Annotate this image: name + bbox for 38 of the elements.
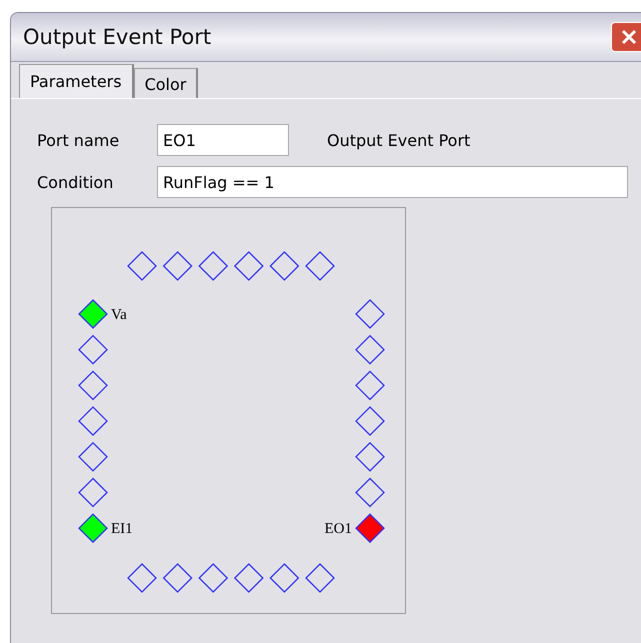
empty-port-marker[interactable] [198,251,228,281]
empty-port-marker[interactable] [78,334,108,365]
empty-port-marker[interactable] [127,251,157,281]
empty-port-marker[interactable] [269,251,300,281]
port-label: EO1 [324,521,352,538]
empty-port-marker[interactable] [355,442,385,472]
port-marker[interactable] [78,513,108,544]
tab[interactable]: Parameters [19,64,134,98]
close-button[interactable] [611,22,641,52]
field-label: Condition [37,172,114,192]
empty-port-marker[interactable] [305,563,335,593]
tab[interactable]: Color [134,68,198,98]
empty-port-marker[interactable] [162,563,193,593]
window-title: Output Event Port [22,25,212,49]
port-label: Va [111,307,127,323]
empty-port-marker[interactable] [234,251,264,281]
empty-port-marker[interactable] [305,251,335,281]
empty-port-marker[interactable] [269,563,300,593]
empty-port-marker[interactable] [78,442,108,472]
empty-port-marker[interactable] [78,406,108,436]
input-field[interactable]: RunFlag == 1 [157,166,628,198]
empty-port-marker[interactable] [355,334,385,365]
field-note: Output Event Port [327,130,470,150]
empty-port-marker[interactable] [127,563,157,593]
input-field[interactable]: EO1 [157,124,289,156]
empty-port-marker[interactable] [355,478,385,508]
field-label: Port name [37,130,120,150]
empty-port-marker[interactable] [355,406,385,436]
empty-port-marker[interactable] [198,563,228,593]
port-marker[interactable] [78,299,108,329]
empty-port-marker[interactable] [355,299,385,329]
port-marker[interactable] [355,513,385,544]
empty-port-marker[interactable] [78,478,108,508]
empty-port-marker[interactable] [234,563,264,593]
empty-port-marker[interactable] [162,251,193,281]
empty-port-marker[interactable] [355,370,385,400]
empty-port-marker[interactable] [78,370,108,400]
port-label: EI1 [111,521,133,538]
